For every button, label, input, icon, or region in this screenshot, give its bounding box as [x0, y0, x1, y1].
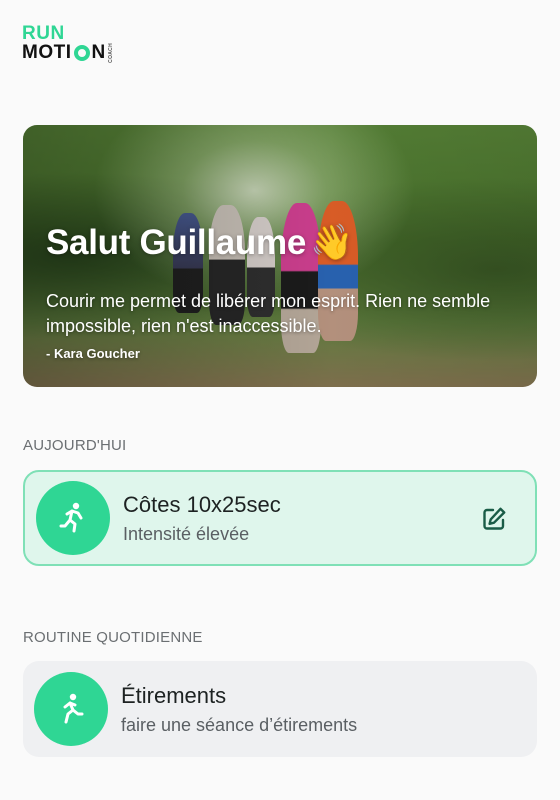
quote-author: - Kara Goucher [46, 346, 140, 361]
logo-line-2-left: MOTI [22, 42, 72, 64]
wave-icon: 👋 [310, 223, 354, 262]
logo-line-2: MOTI N COACH [22, 43, 114, 63]
greeting-text: Salut Guillaume [46, 223, 306, 262]
today-workout-texts: Côtes 10x25sec Intensité élevée [123, 492, 281, 545]
logo-ring-icon [73, 44, 90, 61]
workout-title: Côtes 10x25sec [123, 491, 281, 517]
motivational-quote: Courir me permet de libérer mon esprit. … [46, 291, 491, 336]
workout-intensity: Intensité élevée [123, 523, 250, 544]
hero-quote-card[interactable]: Salut Guillaume 👋 Courir me permet de lib… [23, 125, 537, 387]
today-section-label: AUJOURD'HUI [23, 437, 127, 454]
daily-routine-card[interactable]: Étirements faire une séance d’étirements [23, 661, 537, 757]
greeting-title: Salut Guillaume 👋 [46, 222, 354, 263]
routine-title: Étirements [121, 682, 227, 708]
logo-line-2-right: N [91, 42, 106, 64]
routine-section-label: ROUTINE QUOTIDIENNE [23, 629, 203, 646]
routine-subtitle: faire une séance d’étirements [121, 714, 358, 735]
today-workout-card[interactable]: Côtes 10x25sec Intensité élevée [23, 470, 537, 566]
home-screen: RUN MOTI N COACH Salut Guillaume 👋 Courir… [0, 0, 560, 800]
logo-line-1: RUN [22, 23, 65, 44]
routine-texts: Étirements faire une séance d’étirements [121, 683, 357, 736]
runner-icon [36, 481, 110, 555]
stretching-icon [34, 672, 108, 746]
run-motion-logo: RUN MOTI N COACH [22, 24, 114, 63]
edit-icon[interactable] [481, 506, 507, 532]
logo-tagline: COACH [107, 43, 114, 63]
